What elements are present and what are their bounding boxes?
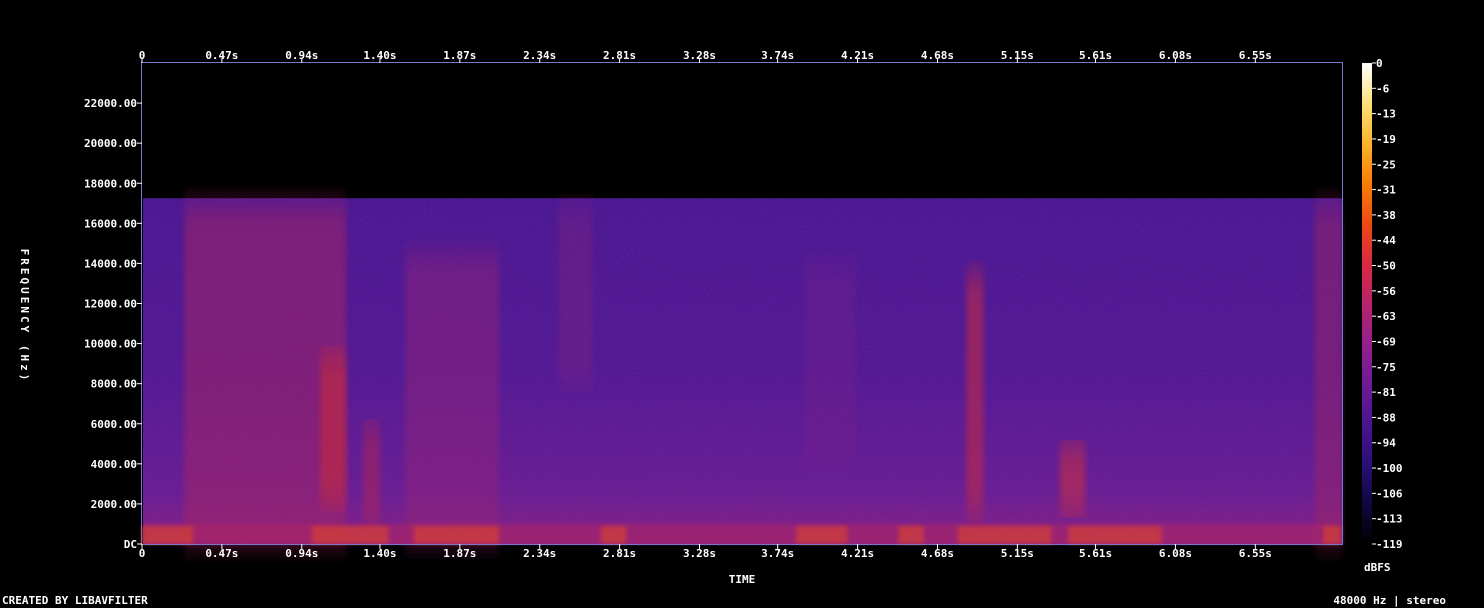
- colorbar-tick-label: -94: [1376, 437, 1396, 450]
- colorbar-tick-label: -50: [1376, 260, 1396, 273]
- x-tick-label-top: 0.94s: [285, 49, 318, 62]
- colorbar-tick-label: -19: [1376, 133, 1396, 146]
- x-tick-label-top: 5.61s: [1079, 49, 1112, 62]
- colorbar-tick-label: -13: [1376, 108, 1396, 121]
- x-tick-label-bottom: 6.55s: [1239, 547, 1272, 560]
- y-tick-label: 20000.00: [84, 137, 137, 150]
- x-tick-label-bottom: 5.15s: [1001, 547, 1034, 560]
- colorbar-tick-label: -119: [1376, 538, 1403, 551]
- x-tick-label-bottom: 1.87s: [443, 547, 476, 560]
- colorbar-tick-label: 0: [1376, 57, 1383, 70]
- x-tick-label-bottom: 6.08s: [1159, 547, 1192, 560]
- colorbar-ticks: 0 -6 -13 -19 -25 -31 -38 -44 -50 -56 -63 -69 -75 -81 -…: [1372, 57, 1403, 551]
- x-tick-label-bottom: 2.34s: [523, 547, 556, 560]
- colorbar-tick-label: -106: [1376, 487, 1403, 500]
- colorbar-tick-label: -44: [1376, 234, 1396, 247]
- x-tick-label-top: 1.87s: [443, 49, 476, 62]
- colorbar-tick-label: -56: [1376, 285, 1396, 298]
- colorbar-label: dBFS: [1364, 561, 1391, 574]
- y-ticks: DC 2000.00 4000.00 6000.00 8000.00 10000.00 12…: [84, 97, 142, 551]
- y-tick-label: 4000.00: [91, 458, 137, 471]
- x-tick-label-top: 3.28s: [683, 49, 716, 62]
- colorbar-tick-label: -25: [1376, 158, 1396, 171]
- colorbar-tick-label: -100: [1376, 462, 1403, 475]
- footer-samplerate: 48000 Hz | stereo: [1333, 594, 1446, 607]
- colorbar-tick-label: -113: [1376, 513, 1403, 526]
- footer-credit: CREATED BY LIBAVFILTER: [2, 594, 148, 607]
- x-tick-label-top: 6.55s: [1239, 49, 1272, 62]
- x-tick-label-top: 1.40s: [363, 49, 396, 62]
- x-tick-label-bottom: 0.94s: [285, 547, 318, 560]
- x-tick-label-top: 0: [139, 49, 146, 62]
- colorbar-tick-label: -63: [1376, 310, 1396, 323]
- colorbar-tick-label: -69: [1376, 335, 1396, 348]
- x-ticks-bottom: 0 0.47s 0.94s 1.40s 1.87s 2.34s 2.81s 3.28s 3.74…: [139, 544, 1272, 560]
- x-tick-label-top: 0.47s: [205, 49, 238, 62]
- y-tick-label: 16000.00: [84, 217, 137, 230]
- x-tick-label-bottom: 1.40s: [363, 547, 396, 560]
- colorbar-tick-label: -88: [1376, 411, 1396, 424]
- noise-texture: [143, 198, 1342, 544]
- x-tick-label-bottom: 2.81s: [603, 547, 636, 560]
- x-tick-label-bottom: 4.68s: [921, 547, 954, 560]
- x-tick-label-top: 4.68s: [921, 49, 954, 62]
- y-axis-label: FREQUENCY (Hz): [18, 249, 31, 384]
- y-tick-label: 12000.00: [84, 298, 137, 311]
- x-tick-label-top: 6.08s: [1159, 49, 1192, 62]
- x-tick-label-bottom: 0.47s: [205, 547, 238, 560]
- colorbar-tick-label: -38: [1376, 209, 1396, 222]
- x-tick-label-bottom: 3.74s: [761, 547, 794, 560]
- x-tick-label-bottom: 3.28s: [683, 547, 716, 560]
- y-tick-label: 22000.00: [84, 97, 137, 110]
- spectrogram-plot: [141, 62, 1343, 545]
- colorbar-tick-label: -81: [1376, 386, 1396, 399]
- y-tick-label: 18000.00: [84, 177, 137, 190]
- x-tick-label-bottom: 4.21s: [841, 547, 874, 560]
- x-tick-label-top: 2.81s: [603, 49, 636, 62]
- y-tick-label: 10000.00: [84, 338, 137, 351]
- spectrogram-chart: 0 0.47s 0.94s 1.40s 1.87s 2.34s 2.81s 3.28s 3.74…: [2, 49, 1446, 607]
- x-tick-label-top: 4.21s: [841, 49, 874, 62]
- colorbar-tick-label: -6: [1376, 82, 1390, 95]
- colorbar: 0 -6 -13 -19 -25 -31 -38 -44 -50 -56 -63 -69 -75 -81 -…: [1362, 57, 1403, 574]
- x-tick-label-bottom: 0: [139, 547, 146, 560]
- y-tick-label: 2000.00: [91, 498, 137, 511]
- y-tick-label: 8000.00: [91, 378, 137, 391]
- y-tick-label: 6000.00: [91, 418, 137, 431]
- x-axis-label: TIME: [729, 573, 756, 586]
- y-tick-label: DC: [124, 538, 137, 551]
- colorbar-tick-label: -31: [1376, 184, 1396, 197]
- x-tick-label-bottom: 5.61s: [1079, 547, 1112, 560]
- x-tick-label-top: 5.15s: [1001, 49, 1034, 62]
- x-tick-label-top: 3.74s: [761, 49, 794, 62]
- colorbar-ramp: [1362, 63, 1372, 544]
- y-tick-label: 14000.00: [84, 257, 137, 270]
- x-ticks-top: 0 0.47s 0.94s 1.40s 1.87s 2.34s 2.81s 3.28s 3.74…: [139, 49, 1272, 63]
- colorbar-tick-label: -75: [1376, 361, 1396, 374]
- x-tick-label-top: 2.34s: [523, 49, 556, 62]
